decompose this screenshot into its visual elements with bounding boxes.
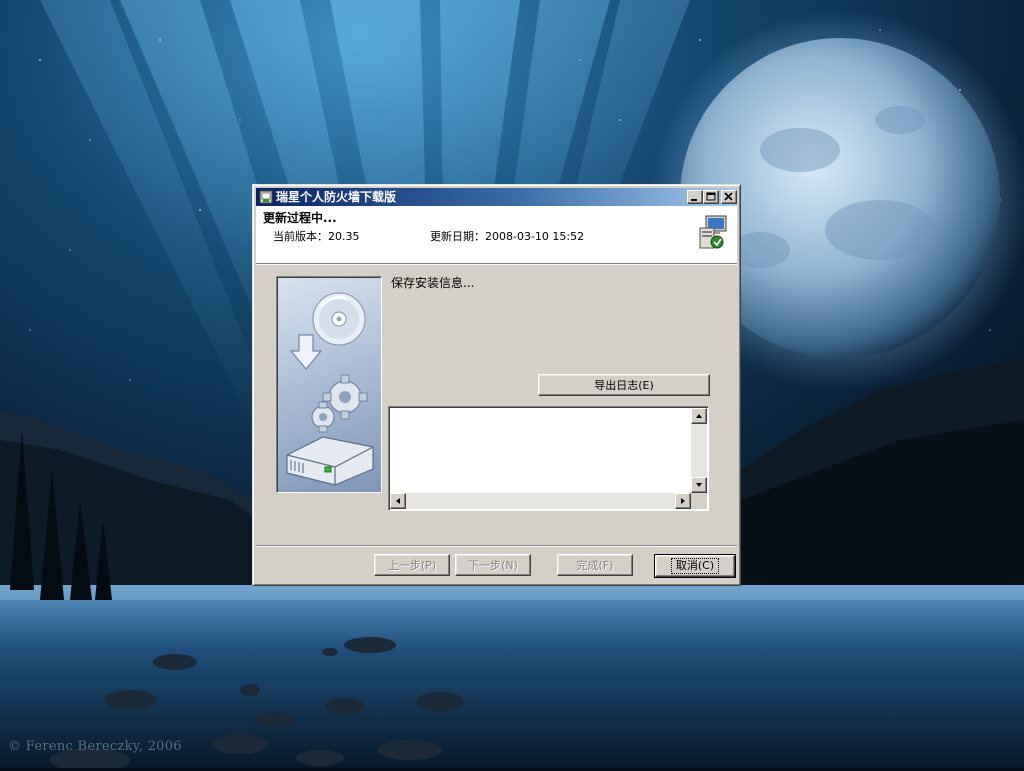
wallpaper-credit: © Ferenc Bereczky, 2006 xyxy=(8,739,182,754)
export-log-button[interactable]: 导出日志(E) xyxy=(538,374,710,396)
scroll-left-button[interactable] xyxy=(390,493,406,509)
arrow-down-icon xyxy=(696,483,702,487)
update-progress-title: 更新过程中... xyxy=(263,211,337,225)
install-cd-gears-icon xyxy=(276,276,382,493)
arrow-up-icon xyxy=(696,414,702,418)
scrollbar-corner xyxy=(691,493,707,509)
next-step-button[interactable]: 下一步(N) xyxy=(455,554,531,576)
window-title: 瑞星个人防火墙下载版 xyxy=(276,190,397,204)
arrow-left-icon xyxy=(396,498,400,504)
install-status-text: 保存安装信息... xyxy=(391,276,475,290)
scroll-down-button[interactable] xyxy=(691,477,707,493)
close-button[interactable] xyxy=(721,190,737,204)
finish-button[interactable]: 完成(F) xyxy=(557,554,633,576)
scroll-up-button[interactable] xyxy=(691,408,707,424)
current-version-label: 当前版本：20.35 xyxy=(273,230,360,243)
update-date-label: 更新日期：2008-03-10 15:52 xyxy=(430,230,585,243)
title-bar[interactable]: 瑞星个人防火墙下载版 xyxy=(256,188,737,206)
previous-step-button[interactable]: 上一步(P) xyxy=(374,554,450,576)
horizontal-scrollbar[interactable] xyxy=(390,493,691,509)
footer-separator xyxy=(256,545,737,547)
arrow-right-icon xyxy=(681,498,685,504)
minimize-icon xyxy=(691,199,697,201)
computer-update-icon xyxy=(694,214,728,250)
installer-dialog: 瑞星个人防火墙下载版 更新过程中... 当前版本：20.35 更新日期：2008… xyxy=(252,184,741,586)
maximize-icon xyxy=(706,192,716,201)
header-panel: 更新过程中... 当前版本：20.35 更新日期：2008-03-10 15:5… xyxy=(256,206,737,265)
cancel-button-label: 取消(C) xyxy=(670,558,720,574)
close-icon xyxy=(724,192,733,201)
minimize-button[interactable] xyxy=(687,190,703,204)
rising-firewall-icon xyxy=(258,189,274,205)
scroll-right-button[interactable] xyxy=(675,493,691,509)
cancel-button[interactable]: 取消(C) xyxy=(654,554,736,578)
log-textarea[interactable] xyxy=(388,406,709,511)
maximize-button[interactable] xyxy=(703,190,719,204)
vertical-scrollbar[interactable] xyxy=(691,408,707,493)
